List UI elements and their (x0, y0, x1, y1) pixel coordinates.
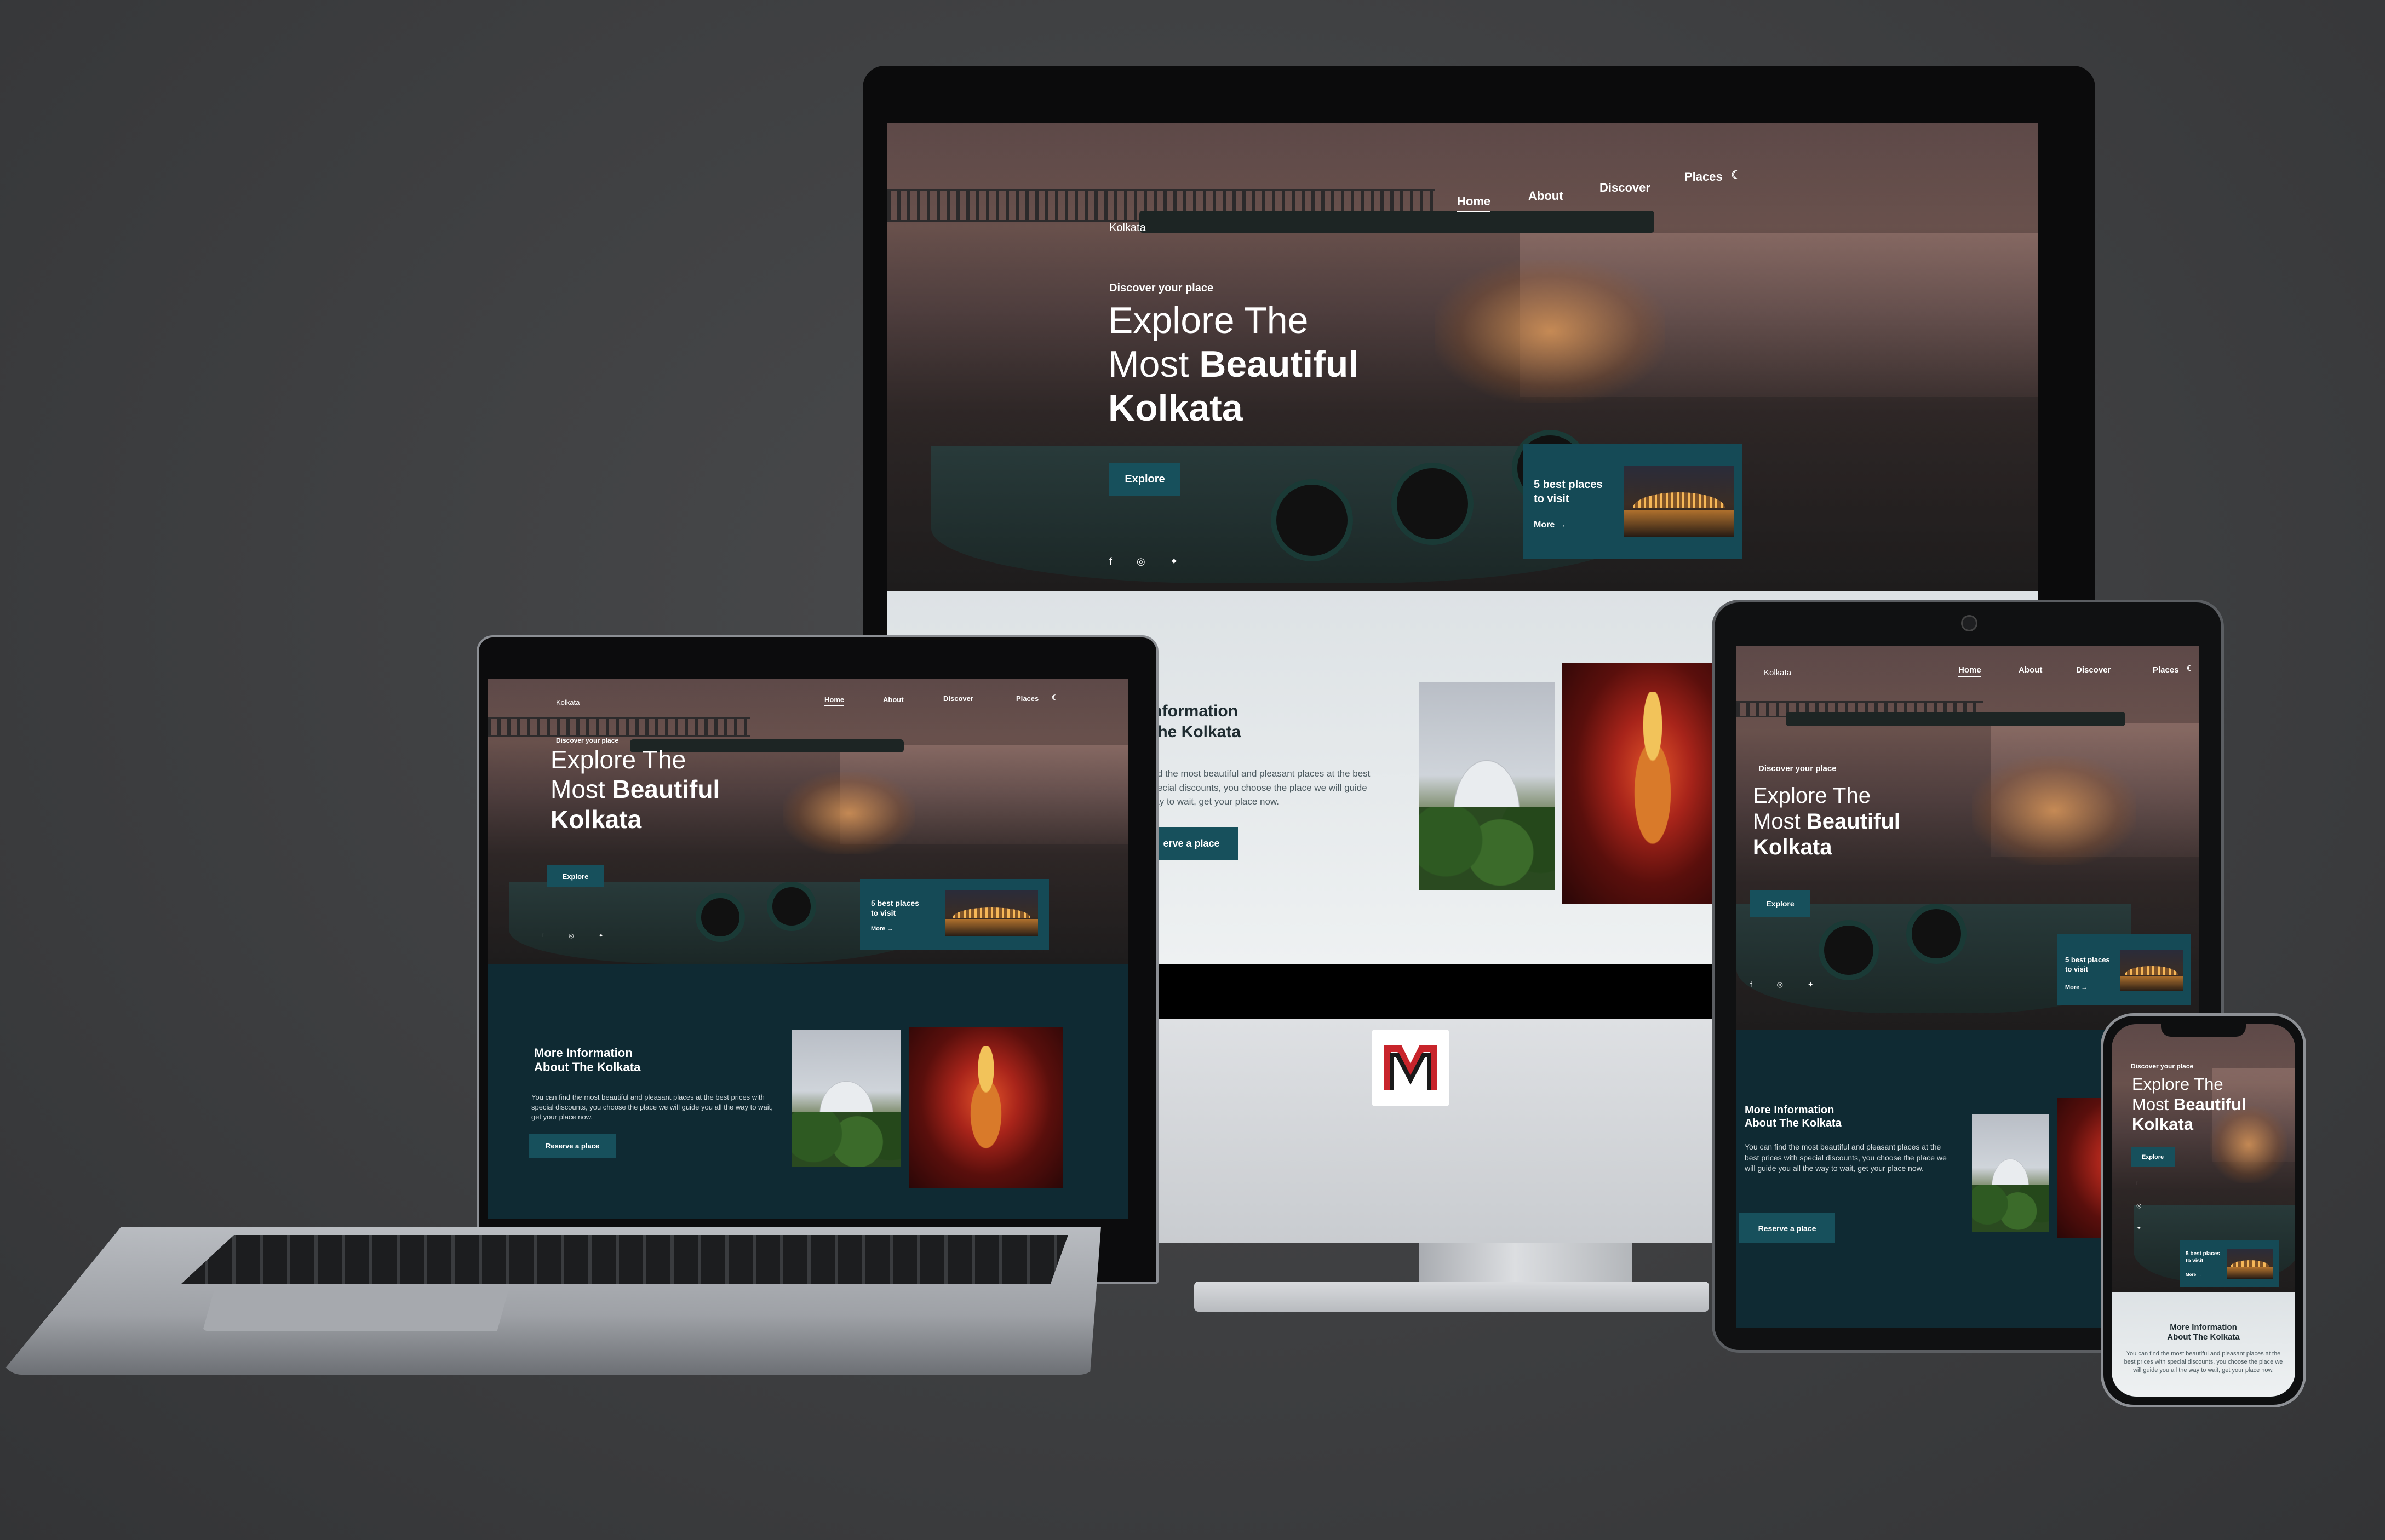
twitter-icon[interactable]: ✦ (599, 932, 604, 939)
facebook-icon[interactable]: f (1109, 556, 1112, 567)
hero-title-line2-light: Most (1108, 343, 1189, 386)
nav-discover[interactable]: Discover (2076, 665, 2111, 675)
moon-icon[interactable]: ☾ (1731, 168, 1741, 182)
logo[interactable]: Kolkata (556, 698, 580, 706)
arrow-right-icon: → (887, 926, 893, 932)
nav-places[interactable]: Places (1016, 694, 1039, 703)
hero-title-line2-bold: Beautiful (1199, 343, 1359, 386)
hero-title: Explore The Most Beautiful Kolkata (1108, 298, 1358, 430)
arrow-right-icon: → (1557, 520, 1566, 530)
nav-places[interactable]: Places (1684, 170, 1723, 184)
social-links: f ◎ ✦ (542, 932, 604, 939)
explore-button[interactable]: Explore (2131, 1147, 2175, 1167)
card-more-link[interactable]: More → (2065, 984, 2087, 991)
trackpad[interactable] (203, 1287, 509, 1331)
twitter-icon[interactable]: ✦ (1170, 556, 1178, 567)
arrow-right-icon: → (2197, 1272, 2202, 1277)
card-image (945, 890, 1038, 936)
goddess-photo (909, 1027, 1063, 1188)
info-body: You can find the most beautiful and plea… (2124, 1351, 2283, 1374)
card-title-line1: 5 best places (1534, 479, 1603, 491)
card-more-link[interactable]: More → (2186, 1272, 2201, 1277)
reserve-button[interactable]: erve a place (1145, 827, 1238, 860)
phone-notch (2161, 1021, 2246, 1037)
laptop-screen: Kolkata Home About Discover Places ☾ Dis… (488, 679, 1128, 1219)
nav-places[interactable]: Places (2153, 665, 2179, 675)
twitter-icon[interactable]: ✦ (1808, 980, 1814, 989)
logo[interactable]: Kolkata (1109, 222, 1146, 234)
reserve-button[interactable]: Reserve a place (1739, 1213, 1835, 1243)
nav-home[interactable]: Home (824, 696, 845, 706)
hero-title: Explore The Most Beautiful Kolkata (1753, 784, 1900, 860)
card-more-link[interactable]: More → (871, 926, 893, 932)
imac-hero (887, 123, 2038, 591)
card-image (1624, 466, 1734, 537)
social-links: f ◎ ✦ (1109, 556, 1178, 567)
facebook-icon[interactable]: f (542, 932, 544, 939)
info-title: More Information About The Kolkata (2167, 1323, 2240, 1342)
nav-about[interactable]: About (2019, 665, 2042, 675)
facebook-icon[interactable]: f (2136, 1180, 2142, 1187)
moon-icon[interactable]: ☾ (1052, 693, 1058, 702)
hero-subtitle: Discover your place (1109, 282, 1214, 294)
tablet-camera (1961, 615, 1977, 631)
info-body: You can find the most beautiful and plea… (531, 1093, 773, 1122)
instagram-icon[interactable]: ◎ (2136, 1202, 2142, 1209)
social-links: f ◎ ✦ (1750, 980, 1814, 989)
explore-button[interactable]: Explore (1109, 463, 1180, 496)
places-card[interactable]: 5 best places to visit More → (2180, 1240, 2279, 1287)
nav-about[interactable]: About (1528, 189, 1563, 203)
imac-foot (1194, 1282, 1709, 1312)
card-image (2227, 1249, 2273, 1279)
twitter-icon[interactable]: ✦ (2136, 1225, 2142, 1232)
mh-logo-icon (1384, 1045, 1437, 1090)
logo[interactable]: Kolkata (1764, 668, 1791, 677)
nav-home[interactable]: Home (1457, 194, 1491, 212)
info-body: find the most beautiful and pleasant pla… (1148, 768, 1371, 807)
hero-title-line1: Explore The (1108, 300, 1309, 341)
nav-about[interactable]: About (883, 696, 904, 704)
info-section: More Information About The Kolkata You c… (488, 978, 1128, 1219)
instagram-icon[interactable]: ◎ (569, 932, 574, 939)
places-card[interactable]: 5 best places to visit More → (860, 879, 1049, 950)
info-title: More Information About The Kolkata (1745, 1104, 1842, 1129)
dome-photo (792, 1030, 901, 1167)
card-more-link[interactable]: More → (1534, 520, 1566, 530)
moon-icon[interactable]: ☾ (2187, 664, 2194, 673)
hero-title: Explore The Most Beautiful Kolkata (551, 745, 720, 834)
explore-button[interactable]: Explore (547, 865, 604, 887)
card-title-line2: to visit (1534, 493, 1569, 505)
hero-subtitle: Discover your place (2131, 1062, 2194, 1070)
info-section: More Information About The Kolkata You c… (2112, 1292, 2295, 1397)
dome-photo (1419, 682, 1555, 890)
explore-button[interactable]: Explore (1750, 890, 1810, 917)
info-title: More Information About The Kolkata (534, 1046, 641, 1074)
hero-subtitle: Discover your place (556, 737, 619, 744)
nav-discover[interactable]: Discover (1599, 181, 1650, 195)
phone-screen: Discover your place Explore The Most Bea… (2112, 1024, 2295, 1397)
hero-title-line3: Kolkata (1108, 387, 1243, 429)
hero-subtitle: Discover your place (1758, 764, 1837, 773)
card-image (2120, 950, 2183, 991)
instagram-icon[interactable]: ◎ (1137, 556, 1145, 567)
keyboard (181, 1235, 1068, 1284)
hero-title: Explore The Most Beautiful Kolkata (2132, 1074, 2246, 1134)
arrow-right-icon: → (2081, 984, 2088, 991)
social-links: f ◎ ✦ (2136, 1180, 2142, 1232)
facebook-icon[interactable]: f (1750, 980, 1752, 989)
brand-logo (1372, 1030, 1449, 1106)
places-card[interactable]: 5 best places to visit More → (1523, 444, 1742, 559)
info-title: Information The Kolkata (1148, 702, 1241, 741)
nav-discover[interactable]: Discover (943, 694, 973, 703)
dome-photo (1972, 1114, 2049, 1232)
info-body: You can find the most beautiful and plea… (1745, 1142, 1947, 1173)
places-card[interactable]: 5 best places to visit More → (2057, 934, 2191, 1005)
instagram-icon[interactable]: ◎ (1777, 980, 1783, 989)
reserve-button[interactable]: Reserve a place (529, 1134, 616, 1158)
nav-home[interactable]: Home (1958, 665, 1981, 677)
